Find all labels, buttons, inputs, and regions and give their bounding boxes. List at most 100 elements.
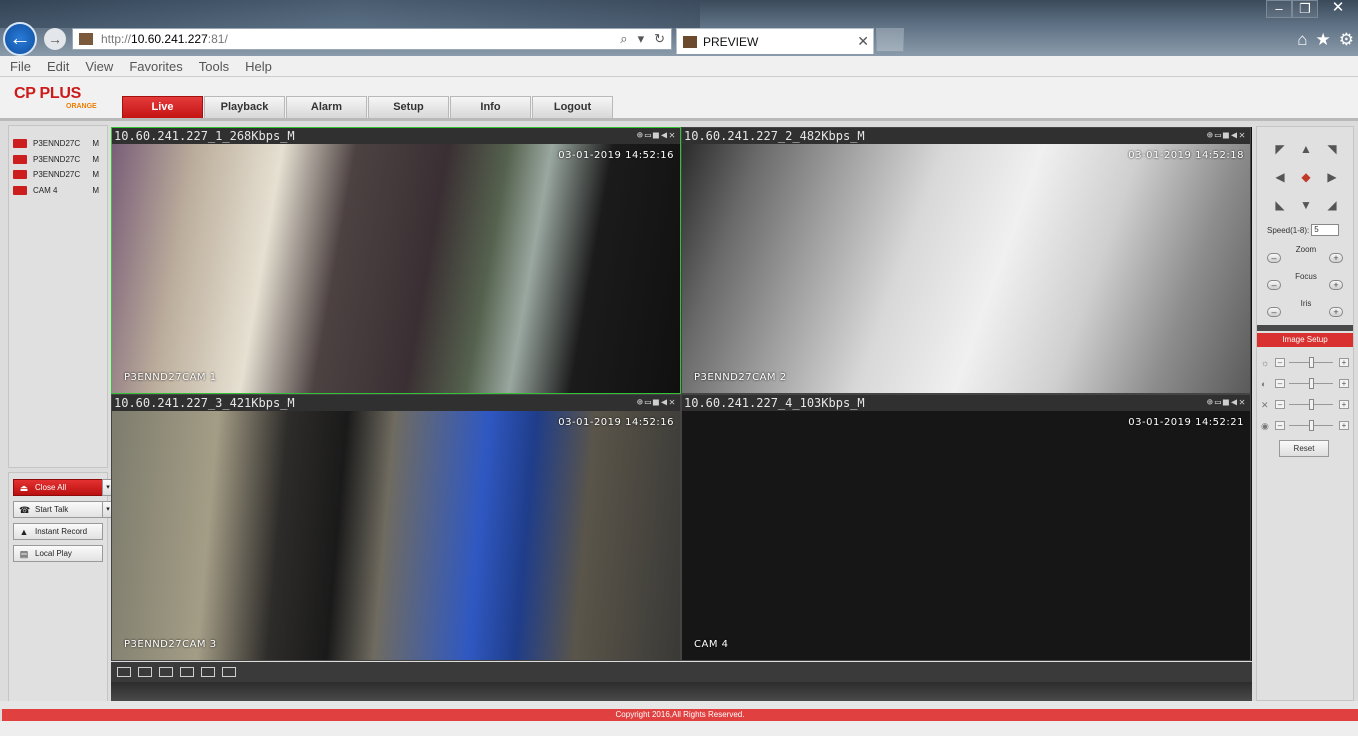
home-icon[interactable]: ⌂ xyxy=(1297,30,1307,50)
contrast-plus[interactable]: + xyxy=(1339,379,1349,388)
saturation-minus[interactable]: – xyxy=(1275,400,1285,409)
main-nav: Live Playback Alarm Setup Info Logout xyxy=(122,96,613,118)
camera-name-overlay: P3ENND27CAM 1 xyxy=(124,372,217,383)
iris-plus-button[interactable]: + xyxy=(1329,307,1343,317)
pane-tools[interactable]: ⊕▭■◀✕ xyxy=(1207,395,1247,411)
browser-tab[interactable]: PREVIEW ✕ xyxy=(676,28,874,54)
tab-logout[interactable]: Logout xyxy=(532,96,613,118)
camera-icon xyxy=(13,139,27,149)
menu-edit[interactable]: Edit xyxy=(47,59,69,74)
speed-select[interactable]: 5 xyxy=(1311,224,1340,236)
refresh-icon[interactable]: ↻ xyxy=(654,31,665,47)
forward-button[interactable]: → xyxy=(44,28,66,50)
ptz-down-right-icon[interactable]: ◢ xyxy=(1319,191,1345,219)
tab-alarm[interactable]: Alarm xyxy=(286,96,367,118)
slider-knob[interactable] xyxy=(1309,357,1314,368)
menu-view[interactable]: View xyxy=(85,59,113,74)
ptz-down-left-icon[interactable]: ◣ xyxy=(1267,191,1293,219)
search-icon[interactable]: ⌕ xyxy=(620,31,627,47)
ptz-right-icon[interactable]: ▶ xyxy=(1319,163,1345,191)
layout-16-icon[interactable] xyxy=(117,667,131,677)
url-port: :81/ xyxy=(207,32,228,46)
dropdown-icon[interactable]: ▾ xyxy=(638,31,645,47)
new-tab-button[interactable] xyxy=(876,28,904,52)
menu-tools[interactable]: Tools xyxy=(199,59,229,74)
slider-knob[interactable] xyxy=(1309,399,1314,410)
start-talk-button[interactable]: ☎ Start Talk ▾ xyxy=(13,501,114,518)
brightness-minus[interactable]: – xyxy=(1275,358,1285,367)
close-window-button[interactable]: ✕ xyxy=(1318,0,1358,18)
video-pane-3[interactable]: 10.60.241.227_3_421Kbps_M ⊕▭■◀✕ 03-01-20… xyxy=(111,394,681,661)
timestamp-overlay: 03-01-2019 14:52:16 xyxy=(558,150,674,161)
tab-setup[interactable]: Setup xyxy=(368,96,449,118)
pane-tools[interactable]: ⊕▭■◀✕ xyxy=(637,395,677,411)
layout-4-icon[interactable] xyxy=(222,667,236,677)
ptz-up-icon[interactable]: ▲ xyxy=(1293,135,1319,163)
slider-knob[interactable] xyxy=(1309,420,1314,431)
hue-plus[interactable]: + xyxy=(1339,421,1349,430)
tab-playback[interactable]: Playback xyxy=(204,96,285,118)
brightness-plus[interactable]: + xyxy=(1339,358,1349,367)
back-button[interactable]: ← xyxy=(3,22,37,56)
restore-button[interactable]: ❐ xyxy=(1292,0,1318,18)
channel-item[interactable]: P3ENND27C M xyxy=(9,152,107,168)
hue-slider[interactable]: ◉ – + xyxy=(1261,419,1351,433)
contrast-slider[interactable]: ◐ – + xyxy=(1261,377,1351,391)
tab-close-icon[interactable]: ✕ xyxy=(857,33,869,50)
image-setup-header[interactable]: Image Setup xyxy=(1257,333,1353,347)
settings-gear-icon[interactable]: ⚙ xyxy=(1339,30,1354,50)
ptz-up-left-icon[interactable]: ◤ xyxy=(1267,135,1293,163)
zoom-out-button[interactable]: – xyxy=(1267,253,1281,263)
iris-minus-button[interactable]: – xyxy=(1267,307,1281,317)
fullscreen-icon[interactable] xyxy=(159,667,173,677)
channel-item[interactable]: P3ENND27C M xyxy=(9,136,107,152)
focus-label: Focus xyxy=(1295,272,1317,281)
local-play-button[interactable]: ▤ Local Play xyxy=(13,545,103,562)
channel-item[interactable]: CAM 4 M xyxy=(9,183,107,199)
site-favicon xyxy=(79,33,93,45)
focus-plus-button[interactable]: + xyxy=(1329,280,1343,290)
tab-title: PREVIEW xyxy=(703,34,759,49)
pane-tools[interactable]: ⊕▭■◀✕ xyxy=(1207,128,1247,144)
contrast-minus[interactable]: – xyxy=(1275,379,1285,388)
ptz-left-icon[interactable]: ◀ xyxy=(1267,163,1293,191)
tab-live[interactable]: Live xyxy=(122,96,203,118)
menu-favorites[interactable]: Favorites xyxy=(129,59,182,74)
stream-label: 10.60.241.227_3_421Kbps_M xyxy=(114,396,295,410)
collapse-handle[interactable] xyxy=(1257,325,1353,331)
hue-minus[interactable]: – xyxy=(1275,421,1285,430)
stream-label: 10.60.241.227_2_482Kbps_M xyxy=(684,129,865,143)
video-pane-4[interactable]: 10.60.241.227_4_103Kbps_M ⊕▭■◀✕ 03-01-20… xyxy=(681,394,1251,661)
layout-split-icon[interactable] xyxy=(180,667,194,677)
zoom-control: – Zoom + xyxy=(1267,245,1345,267)
video-pane-2[interactable]: 10.60.241.227_2_482Kbps_M ⊕▭■◀✕ 03-01-20… xyxy=(681,127,1251,394)
menu-help[interactable]: Help xyxy=(245,59,272,74)
channel-item[interactable]: P3ENND27C M xyxy=(9,167,107,183)
ptz-up-right-icon[interactable]: ◥ xyxy=(1319,135,1345,163)
layout-1-icon[interactable] xyxy=(201,667,215,677)
browser-statusbar xyxy=(0,721,1358,736)
layout-9-icon[interactable] xyxy=(138,667,152,677)
ptz-direction-pad: ◤ ▲ ◥ ◀ ◆ ▶ ◣ ▼ ◢ xyxy=(1267,135,1345,215)
reset-button[interactable]: Reset xyxy=(1279,440,1329,457)
url-scheme: http:// xyxy=(101,32,132,46)
video-pane-1[interactable]: 10.60.241.227_1_268Kbps_M ⊕▭■◀✕ 03-01-20… xyxy=(111,127,681,394)
zoom-in-button[interactable]: + xyxy=(1329,253,1343,263)
minimize-button[interactable]: – xyxy=(1266,0,1292,18)
favorites-star-icon[interactable]: ★ xyxy=(1316,30,1331,50)
ptz-center-icon[interactable]: ◆ xyxy=(1293,163,1319,191)
slider-knob[interactable] xyxy=(1309,378,1314,389)
saturation-plus[interactable]: + xyxy=(1339,400,1349,409)
saturation-slider[interactable]: ✕ – + xyxy=(1261,398,1351,412)
pane-tools[interactable]: ⊕▭■◀✕ xyxy=(637,128,677,144)
ptz-down-icon[interactable]: ▼ xyxy=(1293,191,1319,219)
bottom-strip xyxy=(111,682,1252,701)
address-bar[interactable]: http:// 10.60.241.227 :81/ ⌕ ▾ ↻ xyxy=(72,28,672,50)
focus-minus-button[interactable]: – xyxy=(1267,280,1281,290)
close-all-button[interactable]: ⏏ Close All ▾ xyxy=(13,479,114,496)
menu-file[interactable]: File xyxy=(10,59,31,74)
tab-info[interactable]: Info xyxy=(450,96,531,118)
url-host: 10.60.241.227 xyxy=(131,32,208,46)
brightness-slider[interactable]: ☼ – + xyxy=(1261,356,1351,370)
instant-record-button[interactable]: ▲ Instant Record xyxy=(13,523,103,540)
